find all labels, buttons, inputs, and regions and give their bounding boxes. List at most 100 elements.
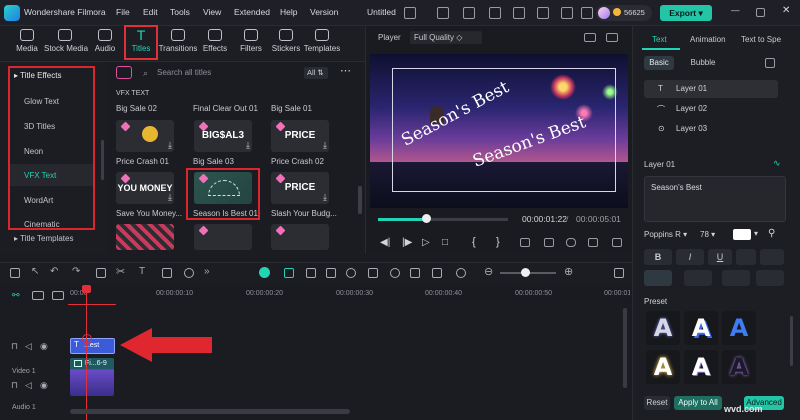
- tab-transitions[interactable]: Transitions: [157, 27, 199, 59]
- image-icon[interactable]: [606, 33, 618, 42]
- tab-stock-media[interactable]: Stock Media: [44, 27, 88, 59]
- mark-in-icon[interactable]: {: [472, 236, 476, 248]
- volume-icon[interactable]: [588, 238, 598, 247]
- cloud-upload-icon[interactable]: [537, 7, 549, 19]
- display-icon[interactable]: [520, 238, 530, 247]
- split-icon[interactable]: ✂: [116, 265, 125, 278]
- playhead-split-icon[interactable]: [82, 334, 92, 344]
- mark-out-icon[interactable]: }: [496, 236, 500, 248]
- stop-icon[interactable]: □: [442, 237, 448, 248]
- search-input[interactable]: Search all titles: [157, 68, 211, 77]
- previous-frame-icon[interactable]: ◀|: [380, 237, 390, 248]
- grid-scrollbar[interactable]: [358, 186, 362, 214]
- spacing-dropdown[interactable]: [760, 249, 784, 265]
- expand-icon[interactable]: [612, 238, 622, 247]
- fullscreen-icon[interactable]: [544, 238, 554, 247]
- tab-media[interactable]: Media: [6, 27, 48, 59]
- preset-5[interactable]: A: [684, 350, 718, 384]
- text-case-button[interactable]: [736, 249, 756, 265]
- layer-item-1[interactable]: Layer 01: [644, 80, 778, 98]
- reset-button[interactable]: Reset: [644, 396, 670, 410]
- adjust-icon[interactable]: ⚲: [768, 228, 775, 239]
- maximize-icon[interactable]: [756, 8, 765, 17]
- bold-button[interactable]: B: [644, 249, 672, 265]
- avatar[interactable]: [598, 7, 610, 19]
- grid-icon[interactable]: [561, 7, 573, 19]
- timeline-vertical-scrollbar[interactable]: [623, 308, 627, 388]
- thumb-row3-1[interactable]: [116, 224, 174, 250]
- undo-icon[interactable]: ↶: [50, 266, 58, 277]
- tab-text-to-speech[interactable]: Text to Spe: [741, 35, 797, 44]
- step-back-icon[interactable]: |▶: [402, 237, 412, 248]
- export-button[interactable]: Export ▾: [660, 5, 712, 21]
- align-justify-button[interactable]: [756, 270, 784, 286]
- filter-icon[interactable]: [116, 66, 132, 79]
- delete-icon[interactable]: [96, 268, 106, 278]
- timeline-settings-icon[interactable]: [614, 268, 624, 278]
- project-dropdown-icon[interactable]: [404, 7, 416, 19]
- preset-4[interactable]: A: [646, 350, 680, 384]
- close-icon[interactable]: ✕: [782, 5, 790, 16]
- mute-icon[interactable]: ◁: [25, 341, 32, 352]
- gift-icon[interactable]: [463, 7, 475, 19]
- marker-icon[interactable]: [306, 268, 316, 278]
- microphone-icon[interactable]: [390, 268, 400, 278]
- layout-icon[interactable]: [10, 268, 20, 278]
- menu-help[interactable]: Help: [280, 7, 297, 17]
- italic-button[interactable]: I: [676, 249, 704, 265]
- color-dropdown-icon[interactable]: ▾: [754, 229, 758, 238]
- font-size-dropdown[interactable]: 78 ▾: [700, 228, 726, 242]
- track-settings-icon[interactable]: [52, 291, 64, 300]
- render-icon[interactable]: [456, 268, 466, 278]
- download-icon[interactable]: ⤓: [246, 140, 250, 151]
- bell-icon[interactable]: [581, 7, 593, 19]
- category-title-templates[interactable]: ▸ Title Templates: [14, 234, 73, 243]
- crop-icon[interactable]: [162, 268, 172, 278]
- zoom-slider-handle[interactable]: [521, 268, 530, 277]
- menu-file[interactable]: File: [116, 7, 130, 17]
- tab-titles[interactable]: T Titles: [124, 25, 158, 60]
- preset-6[interactable]: A: [722, 350, 756, 384]
- subtab-basic[interactable]: Basic: [644, 56, 674, 70]
- download-icon[interactable]: ⤓: [323, 140, 327, 151]
- color-swatch[interactable]: [733, 229, 751, 240]
- tab-audio[interactable]: Audio: [84, 27, 126, 59]
- timeline-horizontal-scrollbar[interactable]: [70, 409, 350, 414]
- font-dropdown[interactable]: Poppins R ▾: [644, 228, 690, 242]
- download-icon[interactable]: ⤓: [168, 140, 172, 151]
- link-icon[interactable]: ⚯: [12, 290, 20, 301]
- menu-version[interactable]: Version: [310, 7, 338, 17]
- pip-icon[interactable]: [432, 268, 442, 278]
- download-icon[interactable]: ⤓: [323, 192, 327, 203]
- preset-2[interactable]: A: [684, 311, 718, 345]
- align-right-button[interactable]: [722, 270, 750, 286]
- text-tool-icon[interactable]: T: [139, 266, 145, 277]
- zoom-out-icon[interactable]: ⊖: [484, 265, 493, 278]
- tab-text[interactable]: Text: [652, 35, 667, 44]
- progress-handle[interactable]: [422, 214, 431, 223]
- lock-icon[interactable]: ⊓: [11, 341, 18, 352]
- edit-path-icon[interactable]: ∿: [773, 158, 781, 169]
- save-preset-icon[interactable]: [765, 58, 775, 68]
- filter-dropdown[interactable]: All ⇅: [304, 67, 328, 79]
- eye-icon[interactable]: ◉: [40, 380, 48, 391]
- text-input[interactable]: Season's Best: [644, 176, 786, 222]
- align-center-button[interactable]: [684, 270, 712, 286]
- add-track-icon[interactable]: [32, 291, 44, 300]
- zoom-in-icon[interactable]: ⊕: [564, 265, 573, 278]
- snap-icon[interactable]: [284, 268, 294, 278]
- monitor-icon[interactable]: [437, 7, 449, 19]
- keyframe-icon[interactable]: [326, 268, 336, 278]
- preset-scrollbar[interactable]: [790, 316, 793, 366]
- more-tools-icon[interactable]: »: [204, 266, 210, 277]
- menu-edit[interactable]: Edit: [143, 7, 158, 17]
- menu-tools[interactable]: Tools: [170, 7, 190, 17]
- select-icon[interactable]: ↖: [31, 266, 39, 277]
- snapshot-icon[interactable]: [584, 33, 596, 42]
- menu-view[interactable]: View: [203, 7, 221, 17]
- eye-icon[interactable]: ◉: [40, 341, 48, 352]
- tab-templates[interactable]: Templates: [301, 27, 343, 59]
- camera-icon[interactable]: [566, 238, 576, 247]
- download-icon[interactable]: ⤓: [168, 192, 172, 203]
- audio-mixer-icon[interactable]: [410, 268, 420, 278]
